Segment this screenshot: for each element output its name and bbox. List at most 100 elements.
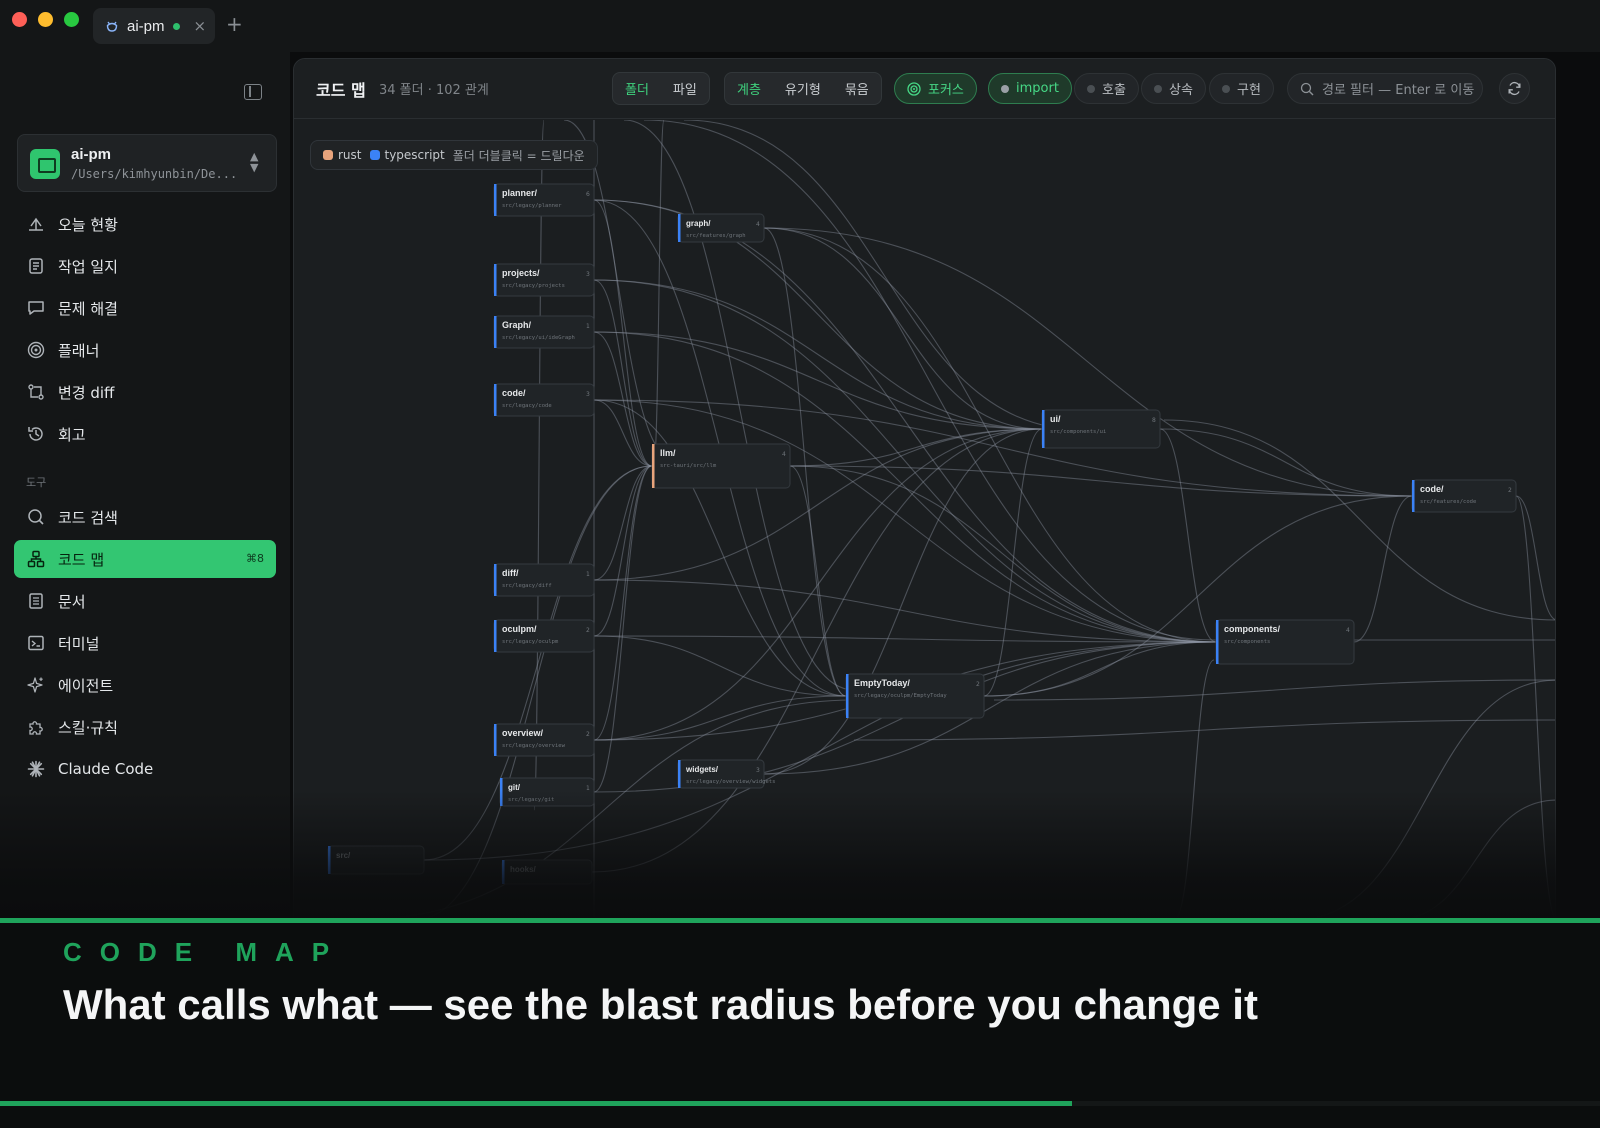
filter-import[interactable]: import bbox=[988, 73, 1072, 104]
new-tab-icon[interactable]: + bbox=[226, 14, 243, 34]
graph-node-overview[interactable]: overview/src/legacy/overview 2 bbox=[493, 723, 595, 757]
graph-node-path: src/legacy/oculpm bbox=[502, 639, 559, 645]
graph-node-label: llm/ bbox=[660, 448, 676, 458]
legend-rust: rust bbox=[323, 148, 362, 162]
graph-node-ui[interactable]: ui/src/components/ui 8 bbox=[1041, 409, 1161, 449]
graph-node-llm[interactable]: llm/src-tauri/src/llm 4 bbox=[651, 443, 791, 489]
sidebar-item-terminal[interactable]: 터미널 bbox=[14, 624, 276, 662]
sidebar-item-agents[interactable]: 에이전트 bbox=[14, 666, 276, 704]
project-switcher[interactable]: ai-pm /Users/kimhyunbin/De... ▲ ▼ bbox=[17, 134, 277, 192]
layout-toggle: 계층 유기형 묶음 bbox=[724, 72, 882, 105]
graph-node-path: src/legacy/git bbox=[508, 797, 554, 803]
project-name: ai-pm bbox=[71, 146, 112, 163]
legend-typescript: typescript bbox=[369, 148, 445, 162]
graph-node-path: src/legacy/diff bbox=[502, 583, 552, 589]
sidebar-item-skills[interactable]: 스킬·규칙 bbox=[14, 708, 276, 746]
close-window-button[interactable] bbox=[12, 12, 27, 27]
graph-edge bbox=[683, 120, 1085, 431]
sidebar-item-today[interactable]: 오늘 현황 bbox=[14, 205, 276, 243]
view-mode-folder[interactable]: 폴더 bbox=[613, 79, 661, 98]
filter-implement[interactable]: 구현 bbox=[1209, 73, 1274, 104]
project-path: /Users/kimhyunbin/De... bbox=[71, 167, 238, 181]
graph-edge bbox=[1314, 679, 1555, 917]
sidebar-toggle-icon[interactable] bbox=[244, 84, 262, 100]
filter-dot bbox=[1154, 84, 1162, 93]
layout-hierarchy[interactable]: 계층 bbox=[725, 79, 773, 98]
graph-edge bbox=[593, 635, 847, 697]
sidebar-item-label: 작업 일지 bbox=[58, 257, 118, 276]
graph-node-lang-bar bbox=[494, 184, 497, 216]
graph-node-oculpm[interactable]: oculpm/src/legacy/oculpm 2 bbox=[493, 619, 595, 653]
sidebar-item-troubleshoot[interactable]: 문제 해결 bbox=[14, 289, 276, 327]
graph-edge bbox=[593, 465, 653, 581]
graph-node-src[interactable]: src/ bbox=[327, 845, 425, 875]
graph-node-lang-bar bbox=[494, 384, 497, 416]
minimize-window-button[interactable] bbox=[38, 12, 53, 27]
focus-icon bbox=[907, 81, 921, 96]
graph-node-widgets[interactable]: widgets/src/legacy/overview/widgets 3 bbox=[677, 759, 775, 789]
graph-node-graph[interactable]: graph/src/features/graph 4 bbox=[677, 213, 765, 243]
path-filter-input[interactable]: 경로 필터 — Enter 로 이동 bbox=[1287, 73, 1483, 104]
focus-toggle[interactable]: 포커스 bbox=[894, 73, 977, 104]
graph-edge bbox=[1163, 419, 1555, 621]
graph-node-path: src/legacy/projects bbox=[502, 283, 565, 289]
graph-node-planner[interactable]: planner/src/legacy/planner 6 bbox=[493, 183, 595, 217]
sidebar-item-label: 변경 diff bbox=[58, 383, 115, 402]
graph-node-count: 2 bbox=[1508, 487, 1512, 494]
tools-section-label: 도구 bbox=[26, 476, 47, 489]
sidebar-item-retro[interactable]: 회고 bbox=[14, 415, 276, 453]
sidebar-item-code-search[interactable]: 코드 검색 bbox=[14, 498, 276, 536]
history-icon bbox=[27, 425, 45, 443]
graph-node-projects[interactable]: projects/src/legacy/projects 3 bbox=[493, 263, 595, 297]
graph-node-label: EmptyToday/ bbox=[854, 678, 910, 688]
sidebar-item-worklog[interactable]: 작업 일지 bbox=[14, 247, 276, 285]
graph-edge bbox=[993, 679, 1555, 701]
graph-node-EmptyToday[interactable]: EmptyToday/src/legacy/oculpm/EmptyToday 2 bbox=[845, 673, 985, 719]
target-icon bbox=[27, 341, 45, 359]
filter-label: 호출 bbox=[1102, 83, 1126, 98]
graph-node-components[interactable]: components/src/components 4 bbox=[1215, 619, 1355, 665]
sidebar-item-docs[interactable]: 문서 bbox=[14, 582, 276, 620]
filter-inherit[interactable]: 상속 bbox=[1141, 73, 1206, 104]
dependency-graph[interactable]: planner/src/legacy/planner 6 projects/src/… bbox=[294, 120, 1556, 918]
graph-node-git[interactable]: git/src/legacy/git 1 bbox=[499, 777, 595, 807]
sidebar-item-claude-code[interactable]: Claude Code bbox=[14, 750, 276, 788]
graph-node-code1[interactable]: code/src/legacy/code 3 bbox=[493, 383, 595, 417]
caption-progress-track bbox=[0, 1101, 1600, 1106]
graph-node-count: 2 bbox=[586, 627, 590, 634]
sidebar-item-planner[interactable]: 플래너 bbox=[14, 331, 276, 369]
graph-node-count: 1 bbox=[586, 785, 590, 792]
sidebar-item-label: 에이전트 bbox=[58, 676, 114, 695]
graph-node-path: src/legacy/code bbox=[502, 403, 552, 409]
sidebar-item-label: 코드 검색 bbox=[58, 508, 118, 527]
zoom-window-button[interactable] bbox=[64, 12, 79, 27]
tab-ai-pm[interactable]: ai-pm × bbox=[93, 8, 215, 44]
view-mode-file[interactable]: 파일 bbox=[661, 79, 709, 98]
code-map-icon bbox=[27, 550, 45, 568]
graph-node-label: diff/ bbox=[502, 568, 519, 578]
graph-node-count: 4 bbox=[782, 451, 786, 458]
graph-node-Graph[interactable]: Graph/src/legacy/ui/ideGraph 1 bbox=[493, 315, 595, 349]
refresh-button[interactable] bbox=[1499, 73, 1530, 104]
graph-edge bbox=[1176, 659, 1215, 917]
graph-node-diff[interactable]: diff/src/legacy/diff 1 bbox=[493, 563, 595, 597]
filter-call[interactable]: 호출 bbox=[1074, 73, 1139, 104]
layout-organic[interactable]: 유기형 bbox=[773, 79, 833, 98]
graph-canvas[interactable]: rust typescript 폴더 더블클릭 = 드릴다운 planner/s… bbox=[294, 120, 1556, 918]
graph-node-code2[interactable]: code/src/features/code 2 bbox=[1411, 479, 1517, 513]
graph-node-count: 3 bbox=[586, 271, 590, 278]
graph-node-lang-bar bbox=[500, 778, 503, 806]
layout-bundle[interactable]: 묶음 bbox=[833, 79, 881, 98]
graph-node-hooks[interactable]: hooks/ bbox=[501, 859, 593, 885]
title-bar: ai-pm × + bbox=[0, 0, 1600, 52]
sidebar-item-diff[interactable]: 변경 diff bbox=[14, 373, 276, 411]
tab-close-icon[interactable]: × bbox=[194, 17, 207, 35]
graph-node-label: ui/ bbox=[1050, 414, 1061, 424]
filter-dot bbox=[1222, 84, 1230, 93]
graph-node-label: overview/ bbox=[502, 728, 544, 738]
filter-label: 구현 bbox=[1237, 83, 1261, 98]
graph-edge bbox=[593, 331, 653, 467]
sidebar-item-code-map[interactable]: 코드 맵 ⌘8 bbox=[14, 540, 276, 578]
graph-legend: rust typescript 폴더 더블클릭 = 드릴다운 bbox=[310, 140, 598, 170]
graph-node-path: src/legacy/overview bbox=[502, 743, 566, 749]
